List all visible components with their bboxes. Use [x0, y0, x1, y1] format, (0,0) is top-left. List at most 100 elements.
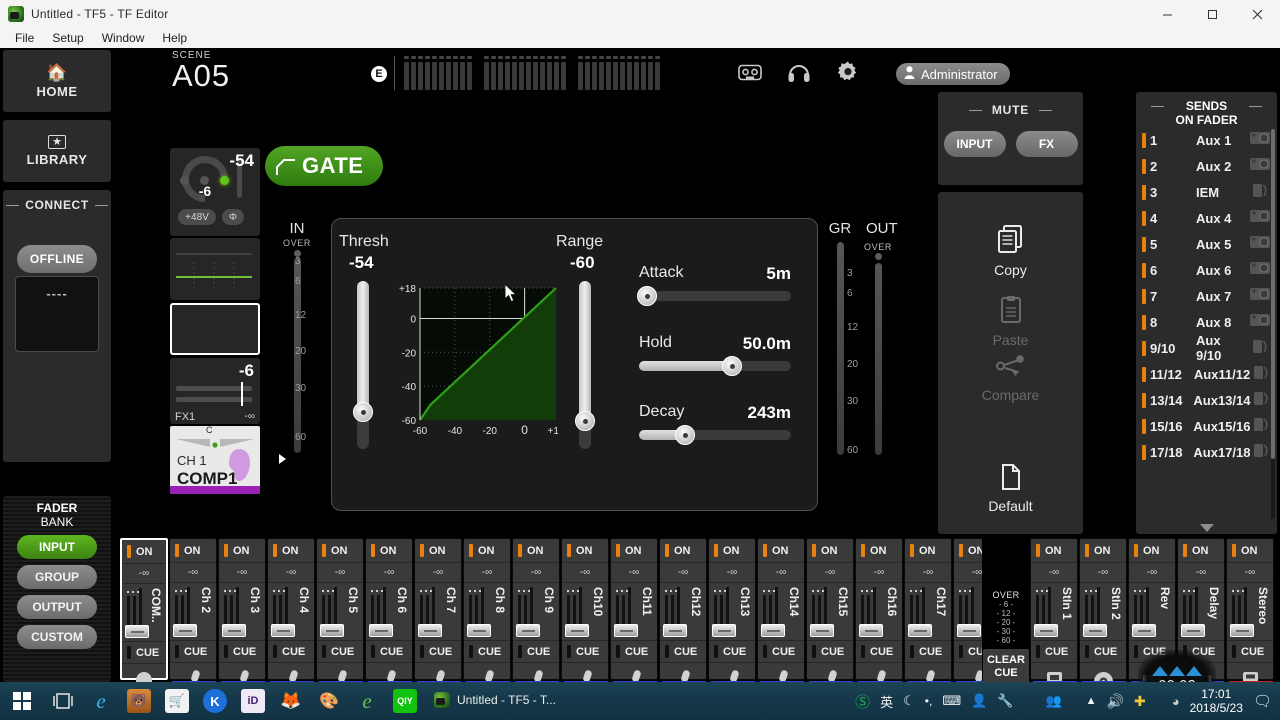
sends-row[interactable]: 7 Aux 7 [1136, 283, 1277, 309]
channel-on-button[interactable]: ON [611, 539, 657, 563]
wrench-icon[interactable]: 🔧 [997, 693, 1013, 709]
channel-fader[interactable]: Ch17 [905, 583, 951, 641]
taskbar-clock[interactable]: 17:01 2018/5/23 [1190, 687, 1243, 715]
channel-cue-button[interactable]: CUE [513, 641, 559, 663]
sends-row[interactable]: 9/10 Aux 9/10 [1136, 333, 1277, 363]
thresh-slider[interactable] [353, 281, 373, 449]
minimize-button[interactable] [1145, 0, 1190, 28]
channel-fader[interactable]: COM.. [122, 584, 166, 642]
channel-strip[interactable]: ON-∞Ch 5CUECH 5 [316, 538, 364, 700]
clear-cue-button[interactable]: CLEAR CUE [983, 649, 1029, 685]
channel-fader[interactable]: Ch 2 [170, 583, 216, 641]
copy-button[interactable]: Copy [938, 225, 1083, 278]
paint-icon[interactable]: 🎨 [310, 682, 348, 720]
fader-bank-group[interactable]: GROUP [17, 565, 97, 589]
sends-row[interactable]: 13/14 Aux13/14 [1136, 387, 1277, 413]
channel-fader[interactable]: Ch 8 [464, 583, 510, 641]
channel-cue-button[interactable]: CUE [807, 641, 853, 663]
channel-fader[interactable]: Ch 3 [219, 583, 265, 641]
channel-strip[interactable]: ON-∞Ch11CUECH11 [610, 538, 658, 700]
channel-on-button[interactable]: ON [1178, 539, 1224, 563]
chevron-up-icon[interactable]: ▲ [1086, 695, 1097, 707]
channel-cue-button[interactable]: CUE [709, 641, 755, 663]
channel-fader[interactable]: Rev [1129, 583, 1175, 641]
channel-cue-button[interactable]: CUE [366, 641, 412, 663]
channel-cue-button[interactable]: CUE [464, 641, 510, 663]
channel-fader[interactable]: Ch 9 [513, 583, 559, 641]
sends-row[interactable]: 1 Aux 1 [1136, 127, 1277, 153]
channel-fader[interactable]: StIn 1 [1031, 583, 1077, 641]
channel-fader[interactable]: Ch16 [856, 583, 902, 641]
paste-button[interactable]: Paste [938, 295, 1083, 348]
sends-row[interactable]: 3 IEM [1136, 179, 1277, 205]
channel-fader[interactable]: StIn 2 [1080, 583, 1126, 641]
range-slider[interactable] [575, 281, 595, 449]
fader-cap[interactable] [908, 624, 932, 637]
eq-section[interactable] [170, 238, 260, 300]
channel-cue-button[interactable]: CUE [758, 641, 804, 663]
channel-fader[interactable]: Ch10 [562, 583, 608, 641]
channel-fader[interactable]: Delay [1178, 583, 1224, 641]
channel-cue-button[interactable]: CUE [268, 641, 314, 663]
sends-row[interactable]: 2 Aux 2 [1136, 153, 1277, 179]
mute-fx-button[interactable]: FX [1015, 131, 1078, 157]
fader-cap[interactable] [222, 624, 246, 637]
update-icon[interactable]: ✚ [1134, 693, 1146, 710]
channel-on-button[interactable]: ON [513, 539, 559, 563]
channel-cue-button[interactable]: CUE [1031, 641, 1077, 663]
channel-fader[interactable]: Ch 7 [415, 583, 461, 641]
attack-knob[interactable] [637, 286, 657, 306]
ime-icon[interactable]: 英 [880, 692, 893, 711]
channel-cue-button[interactable]: CUE [856, 641, 902, 663]
fader-bank-output[interactable]: OUTPUT [17, 595, 97, 619]
volume-icon[interactable]: 🔊 [1107, 693, 1124, 710]
channel-strip[interactable]: ON-∞Ch 3CUECH 3 [218, 538, 266, 700]
channel-strip[interactable]: ON-∞StereoCUEST [1226, 538, 1274, 700]
chevron-down-icon[interactable] [1199, 524, 1214, 532]
sidebar-item-library[interactable]: ★ LIBRARY [3, 120, 111, 182]
offline-button[interactable]: OFFLINE [17, 245, 97, 273]
scene-value[interactable]: A05 [172, 58, 230, 94]
channel-fader[interactable]: Ch 6 [366, 583, 412, 641]
wifi-icon[interactable]: ◕ [1172, 694, 1180, 709]
sends-row[interactable]: 15/16 Aux15/16 [1136, 413, 1277, 439]
decay-knob[interactable] [675, 425, 695, 445]
channel-on-button[interactable]: ON [122, 540, 166, 564]
channel-cue-button[interactable]: CUE [122, 642, 166, 664]
fader-cap[interactable] [565, 624, 589, 637]
thresh-slider-knob[interactable] [353, 402, 373, 422]
k-icon[interactable]: K [196, 682, 234, 720]
channel-cue-button[interactable]: CUE [1080, 641, 1126, 663]
fader-cap[interactable] [467, 624, 491, 637]
channel-fader[interactable]: Ch13 [709, 583, 755, 641]
recorder-icon[interactable] [738, 64, 762, 86]
menu-window[interactable]: Window [93, 28, 154, 48]
dots-icon[interactable]: •, [925, 694, 933, 708]
channel-cue-button[interactable]: CUE [905, 641, 951, 663]
phase-button[interactable]: Φ [222, 209, 244, 225]
fader-cap[interactable] [712, 624, 736, 637]
channel-cue-button[interactable]: CUE [317, 641, 363, 663]
sogou-icon[interactable]: Ⓢ [855, 691, 870, 712]
channel-cue-button[interactable]: CUE [170, 641, 216, 663]
fader-cap[interactable] [125, 625, 149, 638]
edge-icon[interactable]: e [82, 682, 120, 720]
fader-cap[interactable] [369, 624, 393, 637]
store-icon[interactable]: 🛒 [158, 682, 196, 720]
person-icon[interactable]: 👤 [971, 693, 987, 709]
sends-row[interactable]: 4 Aux 4 [1136, 205, 1277, 231]
channel-on-button[interactable]: ON [807, 539, 853, 563]
fader-bank-input[interactable]: INPUT [17, 535, 97, 559]
sends-row[interactable]: 17/18 Aux17/18 [1136, 439, 1277, 465]
channel-strip[interactable]: ON-∞Ch12CUECH12 [659, 538, 707, 700]
channel-on-button[interactable]: ON [905, 539, 951, 563]
sends-row[interactable]: 5 Aux 5 [1136, 231, 1277, 257]
channel-on-button[interactable]: ON [415, 539, 461, 563]
channel-strip[interactable]: ON-∞StIn 2CUESTIN2 [1079, 538, 1127, 700]
channel-on-button[interactable]: ON [1129, 539, 1175, 563]
fader-cap[interactable] [320, 624, 344, 637]
mute-input-button[interactable]: INPUT [943, 131, 1006, 157]
people-icon[interactable]: 👥 [1045, 693, 1061, 709]
channel-on-button[interactable]: ON [464, 539, 510, 563]
channel-fader[interactable]: Stereo [1227, 583, 1273, 641]
